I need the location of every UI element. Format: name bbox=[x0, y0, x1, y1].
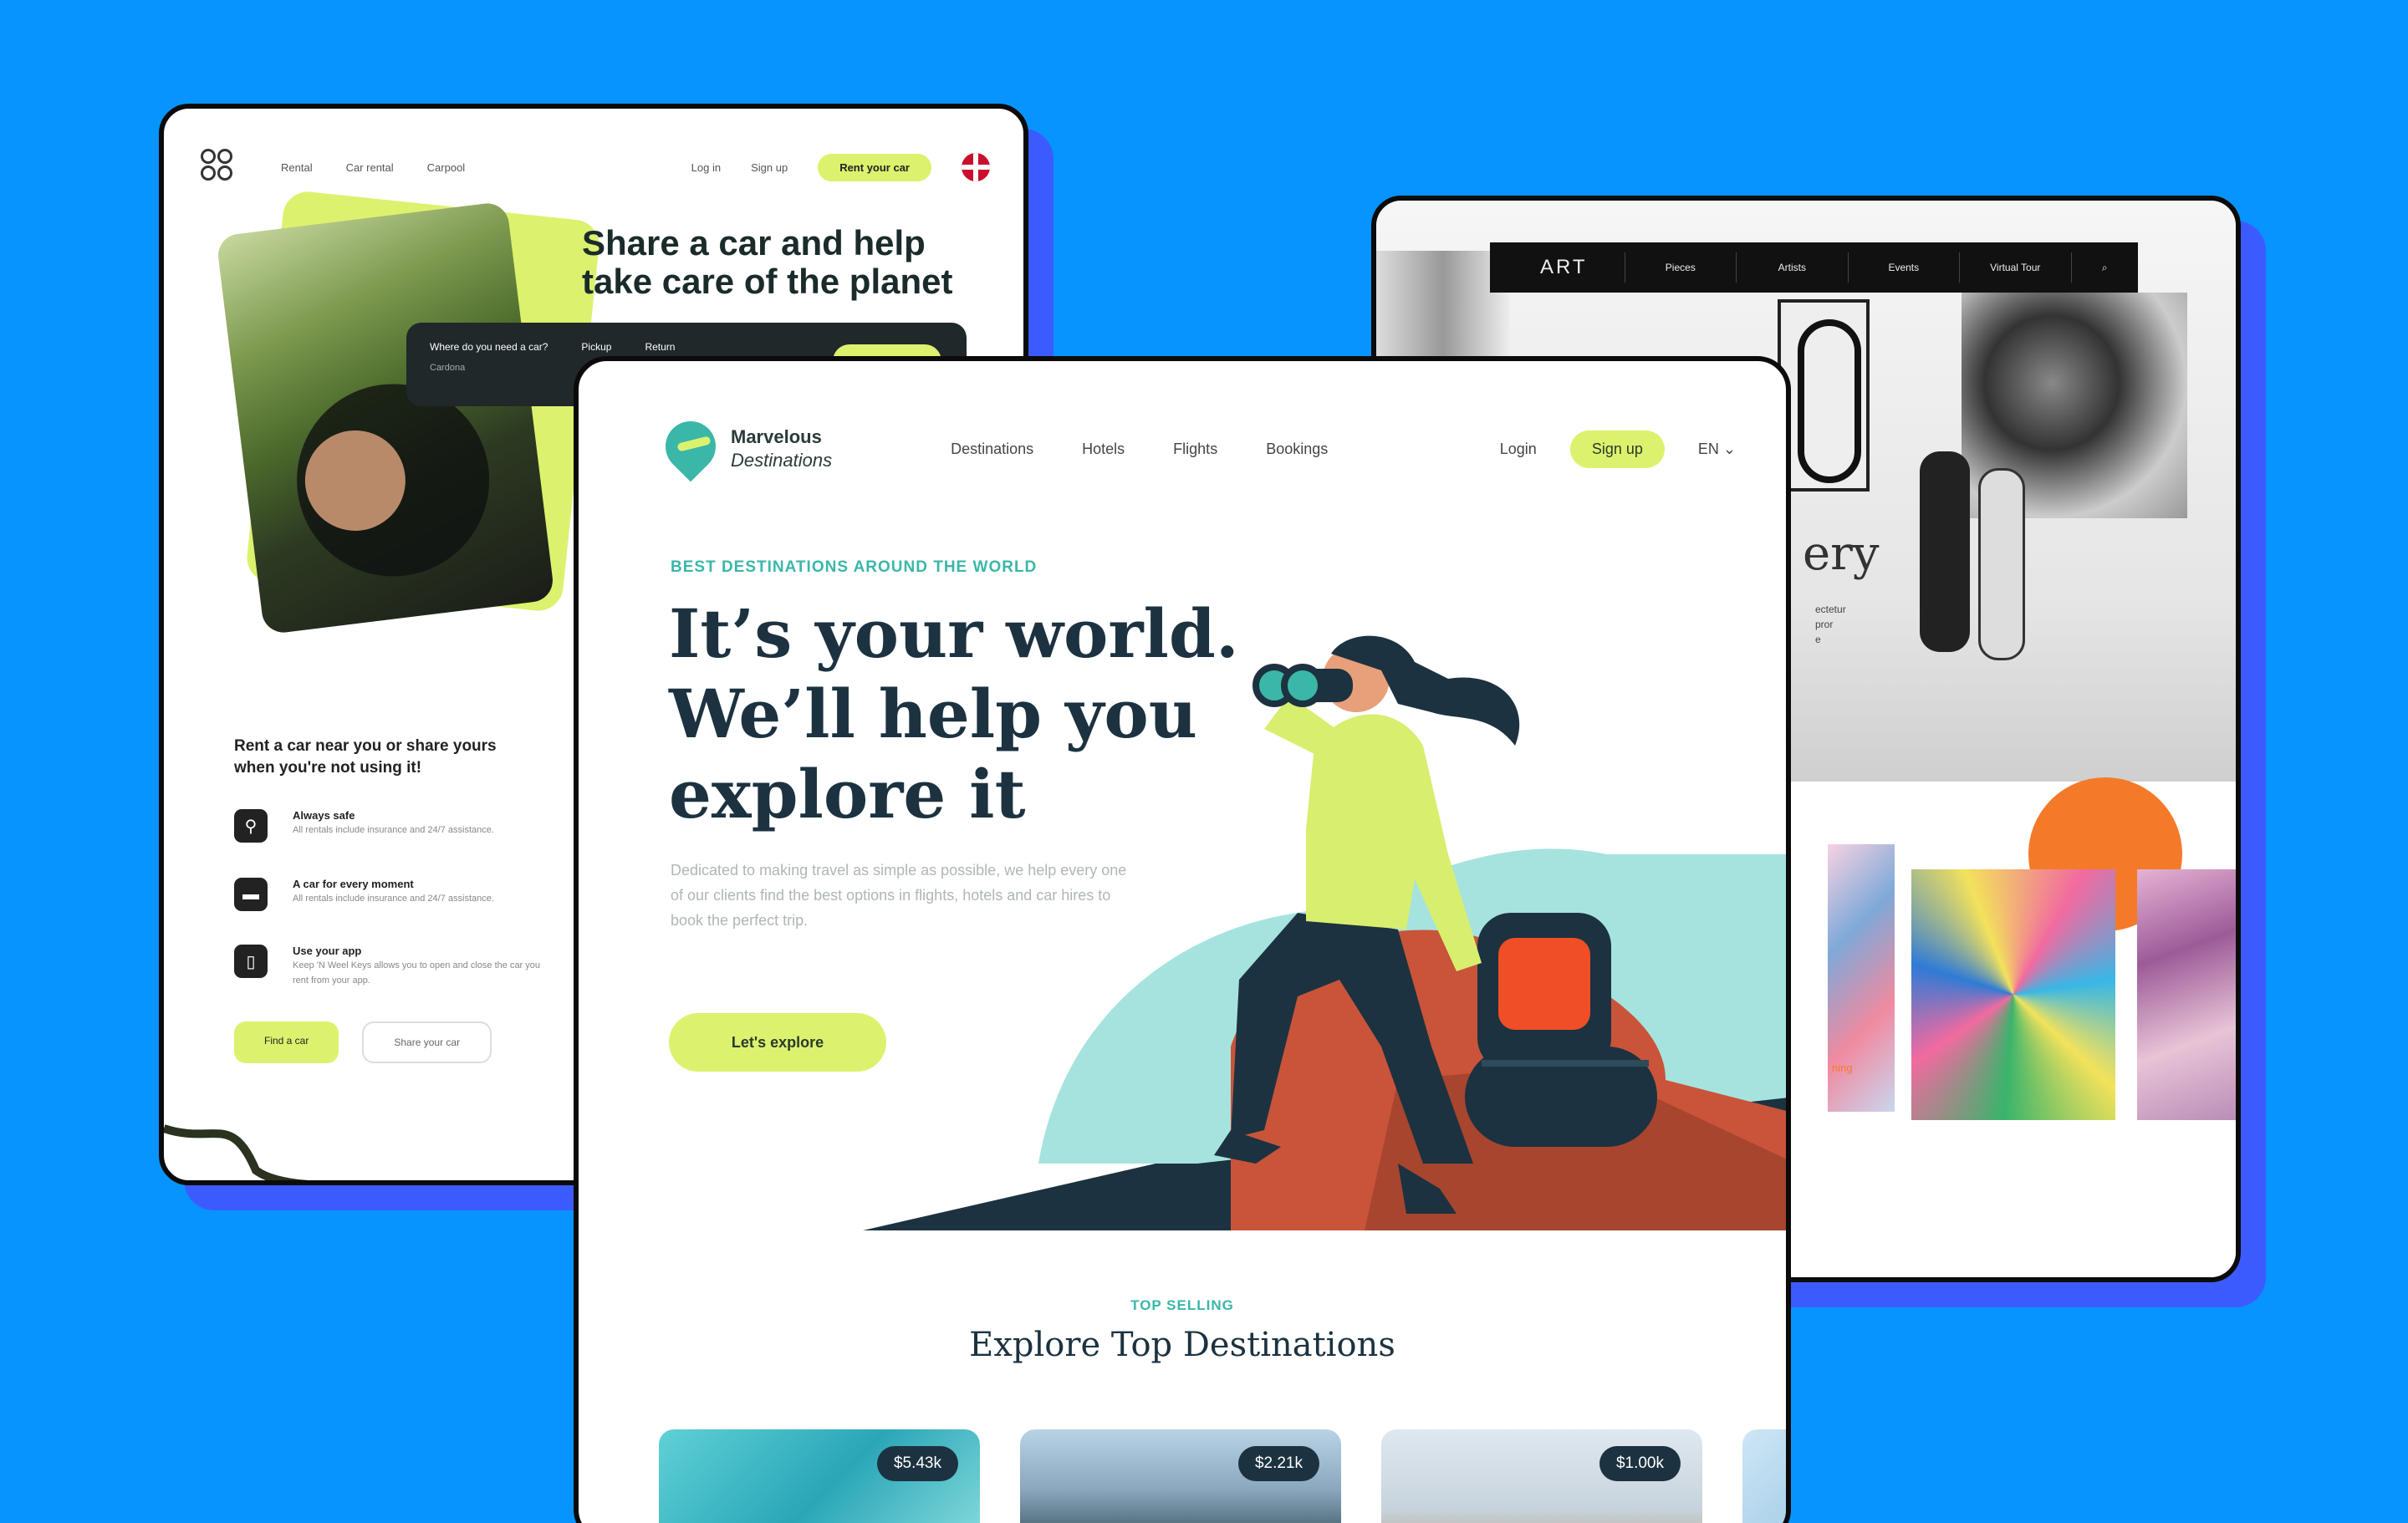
hero-headline: It’s your world. We’ll help you explore … bbox=[669, 594, 1239, 833]
find-car-button[interactable]: Find a car bbox=[234, 1021, 339, 1063]
where-field[interactable]: Where do you need a car? Cardona bbox=[430, 341, 548, 388]
car-subheadline: Rent a car near you or share yours when … bbox=[234, 737, 497, 777]
signup-button[interactable]: Sign up bbox=[1569, 430, 1665, 468]
logo-line2: Destinations bbox=[731, 450, 833, 471]
phone-icon: ▯ bbox=[234, 945, 268, 978]
nav-bookings[interactable]: Bookings bbox=[1266, 441, 1328, 458]
nav-artists[interactable]: Artists bbox=[1736, 252, 1847, 283]
art-logo[interactable]: ART bbox=[1490, 256, 1625, 279]
travel-navbar: Marvelous Destinations Destinations Hotel… bbox=[666, 420, 1736, 478]
section-eyebrow: TOP SELLING bbox=[1130, 1297, 1234, 1313]
art-navbar: ART Pieces Artists Events Virtual Tour ⌕ bbox=[1490, 242, 2138, 293]
marvelous-logo[interactable]: Marvelous Destinations bbox=[666, 421, 832, 476]
shield-icon: ⚲ bbox=[234, 809, 268, 843]
lets-explore-button[interactable]: Let's explore bbox=[669, 1013, 886, 1072]
nav-destinations[interactable]: Destinations bbox=[951, 441, 1033, 458]
language-label: EN bbox=[1697, 440, 1719, 457]
painting-caption-partial: ning bbox=[1832, 1062, 1853, 1074]
pin-plane-icon bbox=[666, 421, 716, 476]
car-logo-icon[interactable] bbox=[201, 149, 237, 186]
share-car-button[interactable]: Share your car bbox=[362, 1021, 492, 1063]
hero-eyebrow: BEST DESTINATIONS AROUND THE WORLD bbox=[671, 558, 1038, 576]
logo-line1: Marvelous bbox=[731, 426, 822, 447]
car-icon: ▬ bbox=[234, 878, 268, 911]
where-label: Where do you need a car? bbox=[430, 341, 548, 353]
language-select[interactable]: EN ⌄ bbox=[1698, 441, 1736, 458]
nav-flights[interactable]: Flights bbox=[1173, 441, 1217, 458]
desc-line: ectetur bbox=[1815, 604, 1846, 615]
where-value: Cardona bbox=[430, 363, 466, 373]
search-icon[interactable]: ⌕ bbox=[2070, 252, 2138, 283]
feature-title: Always safe bbox=[293, 809, 355, 822]
nav-events[interactable]: Events bbox=[1847, 252, 1959, 283]
feature-app: ▯ Use your app Keep 'N Weel Keys allows y… bbox=[234, 945, 552, 987]
feature-every-moment: ▬ A car for every moment All rentals incl… bbox=[234, 878, 552, 911]
section-title: Explore Top Destinations bbox=[969, 1326, 1395, 1364]
login-link[interactable]: Login bbox=[1500, 441, 1537, 458]
rent-your-car-button[interactable]: Rent your car bbox=[818, 153, 931, 181]
price-badge: $1.00k bbox=[1599, 1446, 1681, 1481]
art-description-partial: ectetur pror e bbox=[1815, 602, 1846, 647]
feature-title: A car for every moment bbox=[293, 878, 414, 890]
nav-virtual-tour[interactable]: Virtual Tour bbox=[1959, 252, 2070, 283]
nav-rental[interactable]: Rental bbox=[281, 161, 313, 174]
feature-safe: ⚲ Always safe All rentals include insuran… bbox=[234, 809, 552, 843]
feature-text: All rentals include insurance and 24/7 a… bbox=[293, 825, 494, 835]
feature-text: Keep 'N Weel Keys allows you to open and… bbox=[293, 960, 541, 986]
nav-pieces[interactable]: Pieces bbox=[1624, 252, 1736, 283]
nav-car-rental[interactable]: Car rental bbox=[346, 161, 394, 174]
feature-title: Use your app bbox=[293, 945, 362, 957]
chevron-down-icon: ⌄ bbox=[1722, 440, 1736, 457]
nav-hotels[interactable]: Hotels bbox=[1082, 441, 1125, 458]
uk-flag-icon[interactable] bbox=[962, 153, 990, 181]
painting-abstract[interactable] bbox=[1911, 869, 2115, 1120]
feature-text: All rentals include insurance and 24/7 a… bbox=[293, 894, 494, 904]
art-hero-title-partial: ery bbox=[1803, 527, 1880, 581]
destination-card[interactable]: $2.21k bbox=[1020, 1429, 1341, 1523]
price-badge: $2.21k bbox=[1237, 1446, 1319, 1481]
car-navbar: Rental Car rental Carpool Log in Sign up… bbox=[201, 142, 990, 192]
desc-line: pror bbox=[1815, 619, 1834, 630]
destination-card[interactable]: $1.00k bbox=[1381, 1429, 1702, 1523]
car-photo bbox=[216, 201, 555, 635]
car-headline: Share a car and help take care of the pl… bbox=[582, 223, 953, 301]
destination-card[interactable]: $5.43k bbox=[659, 1429, 980, 1523]
hero-description: Dedicated to making travel as simple as … bbox=[671, 862, 1127, 929]
painting-purple[interactable] bbox=[2137, 869, 2236, 1120]
destination-card[interactable] bbox=[1742, 1429, 1786, 1523]
login-link[interactable]: Log in bbox=[691, 161, 721, 174]
desc-line: e bbox=[1815, 634, 1821, 645]
signup-link[interactable]: Sign up bbox=[751, 161, 788, 174]
nav-carpool[interactable]: Carpool bbox=[427, 161, 466, 174]
travel-site-preview: Marvelous Destinations Destinations Hotel… bbox=[574, 356, 1791, 1523]
price-badge: $5.43k bbox=[876, 1446, 958, 1481]
